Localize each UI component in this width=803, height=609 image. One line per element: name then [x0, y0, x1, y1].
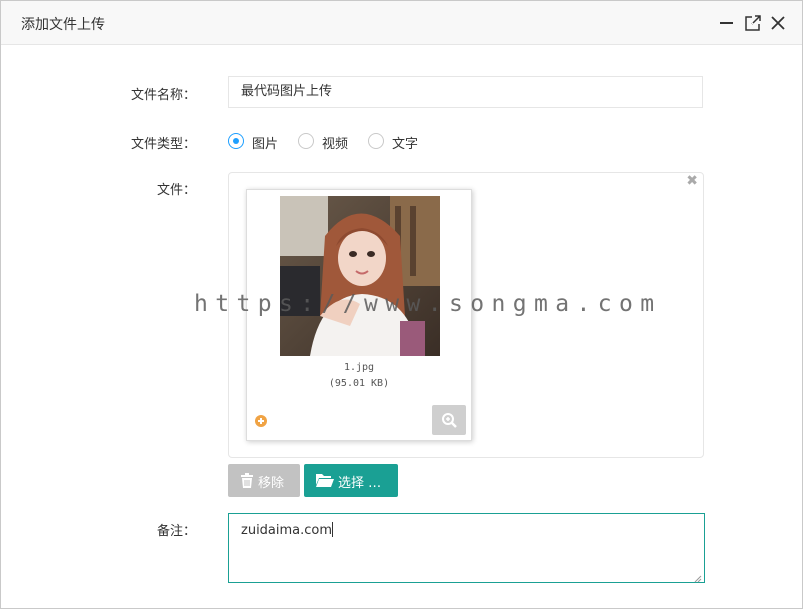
remove-button-label: 移除 [258, 476, 285, 491]
file-name-label: 文件名称： [130, 88, 196, 103]
close-icon[interactable]: ✖ [686, 173, 698, 189]
select-file-button[interactable]: 选择 … [304, 464, 398, 497]
minimize-icon[interactable] [718, 14, 736, 32]
note-text: zuidaima.com [241, 523, 333, 538]
note-textarea[interactable]: zuidaima.com [228, 513, 705, 583]
resize-grip-icon[interactable] [694, 572, 702, 583]
zoom-in-icon [442, 413, 457, 428]
remove-button[interactable]: 移除 [228, 464, 300, 497]
file-type-label: 文件类型： [130, 137, 196, 152]
preview-image [280, 196, 440, 356]
file-size-text: (95.01 KB) [328, 378, 390, 389]
file-name-input[interactable]: 最代码图片上传 [228, 76, 703, 108]
file-name-text: 1.jpg [343, 362, 375, 373]
maximize-icon[interactable] [744, 14, 762, 32]
watermark-text: https://www.songma.com [194, 291, 662, 317]
folder-open-icon [316, 473, 334, 491]
note-label: 备注： [156, 524, 196, 539]
plus-circle-icon [255, 412, 267, 427]
radio-video-label: 视频 [322, 137, 349, 152]
trash-icon [240, 473, 254, 492]
zoom-button[interactable] [432, 405, 466, 435]
file-label: 文件： [156, 183, 196, 198]
dialog-title: 添加文件上传 [21, 17, 105, 33]
radio-unchecked-icon [368, 133, 384, 149]
select-file-button-label: 选择 … [338, 476, 382, 491]
upload-dialog: 添加文件上传 文件名称： 最代码图片上传 文件类型： 图片 视频 文字 文件： … [0, 0, 803, 609]
close-icon[interactable] [769, 14, 787, 32]
text-caret [332, 522, 334, 537]
dialog-titlebar: 添加文件上传 [1, 1, 802, 45]
radio-checked-icon [228, 133, 244, 149]
radio-text-label: 文字 [392, 137, 419, 152]
radio-unchecked-icon [298, 133, 314, 149]
radio-image-label: 图片 [252, 137, 279, 152]
